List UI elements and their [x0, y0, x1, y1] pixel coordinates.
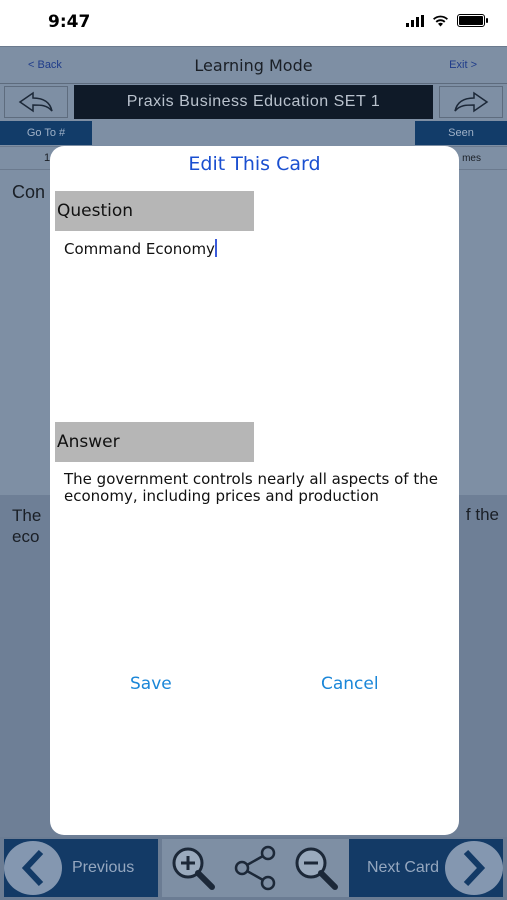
curved-right-arrow-icon — [454, 91, 489, 113]
wifi-icon — [433, 15, 448, 26]
question-value: Command Economy — [64, 240, 215, 258]
zoom-tools — [162, 839, 349, 897]
answer-label: Answer — [55, 422, 254, 462]
question-input[interactable]: Command Economy — [64, 239, 454, 258]
zoom-in-icon[interactable] — [166, 843, 222, 893]
battery-icon — [457, 14, 488, 27]
exit-button[interactable]: Exit > — [449, 59, 477, 71]
question-text-partial: Con — [12, 182, 46, 202]
right-chevron-icon — [445, 841, 503, 895]
signal-icon — [406, 14, 424, 27]
status-icons — [406, 14, 488, 27]
curved-left-arrow-icon — [18, 91, 53, 113]
set-bar: Praxis Business Education SET 1 — [0, 84, 507, 120]
answer-line-2: eco — [12, 527, 40, 546]
undo-arrow-button[interactable] — [4, 86, 68, 118]
tool-bar: Go To # Seen — [0, 120, 507, 146]
cancel-button[interactable]: Cancel — [321, 674, 379, 694]
previous-button[interactable]: Previous — [4, 839, 158, 897]
dialog-title: Edit This Card — [188, 153, 321, 175]
times-label: mes — [462, 153, 481, 164]
question-label: Question — [55, 191, 254, 231]
answer-text-partial: The eco — [12, 505, 41, 547]
answer-text-right-partial: f the — [465, 505, 499, 524]
bottom-bar: Previous Next Card — [0, 837, 507, 900]
next-card-label: Next Card — [366, 859, 439, 876]
share-icon[interactable] — [230, 843, 280, 893]
edit-card-dialog: Edit This Card Question Command Economy … — [50, 146, 459, 835]
left-chevron-icon — [4, 841, 62, 895]
text-caret — [214, 239, 217, 257]
save-button[interactable]: Save — [130, 674, 172, 694]
set-title: Praxis Business Education SET 1 — [126, 93, 381, 110]
previous-label: Previous — [72, 859, 135, 876]
nav-bar: < Back Learning Mode Exit > — [0, 46, 507, 84]
next-card-button[interactable]: Next Card — [349, 839, 503, 897]
redo-arrow-button[interactable] — [439, 86, 503, 118]
set-title-box: Praxis Business Education SET 1 — [74, 85, 433, 119]
answer-input[interactable]: The government controls nearly all aspec… — [64, 471, 454, 505]
answer-line-1: The — [12, 506, 42, 525]
goto-button[interactable]: Go To # — [0, 121, 92, 145]
status-time: 9:47 — [48, 12, 91, 32]
status-bar: 9:47 — [0, 0, 507, 46]
seen-button[interactable]: Seen — [415, 121, 507, 145]
nav-title: Learning Mode — [194, 56, 313, 75]
zoom-out-icon[interactable] — [289, 843, 345, 893]
